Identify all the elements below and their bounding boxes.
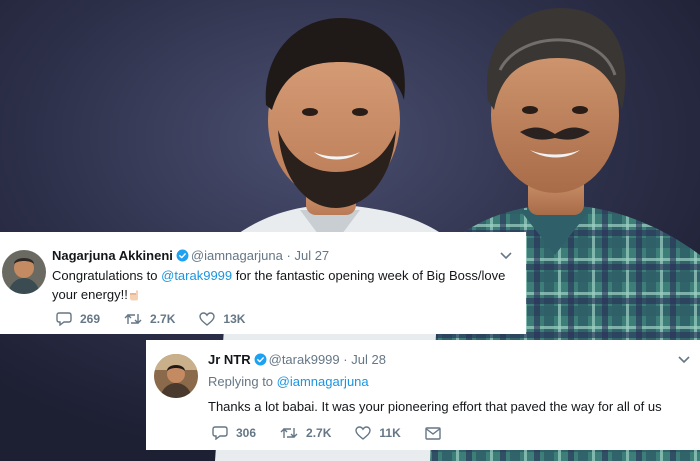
retweet-icon bbox=[124, 314, 142, 324]
retweet-count: 2.7K bbox=[150, 312, 176, 326]
tweet-card-nagarjuna[interactable]: Nagarjuna Akkineni @iamnagarjuna · Jul 27… bbox=[0, 232, 526, 334]
reply-icon bbox=[212, 426, 228, 440]
avatar-jr-ntr[interactable] bbox=[154, 354, 198, 398]
replying-to-label: Replying to bbox=[208, 374, 277, 389]
handle[interactable]: @tarak9999 bbox=[269, 352, 340, 367]
retweet-count: 2.7K bbox=[306, 426, 332, 440]
tweet-card-jr-ntr[interactable]: Jr NTR @tarak9999 · Jul 28 Replying to @i… bbox=[146, 340, 700, 450]
reply-button[interactable]: 306 bbox=[212, 426, 256, 440]
retweet-button[interactable]: 2.7K bbox=[124, 312, 175, 326]
envelope-icon bbox=[425, 426, 441, 440]
point-left-hand-emoji-icon bbox=[129, 290, 138, 301]
tweet-actions: 306 2.7K 11K bbox=[212, 426, 473, 440]
verified-badge-icon bbox=[254, 353, 267, 366]
reply-button[interactable]: 269 bbox=[56, 312, 100, 326]
heart-icon bbox=[355, 426, 372, 440]
heart-icon bbox=[199, 312, 216, 326]
like-count: 13K bbox=[223, 312, 246, 326]
handle[interactable]: @iamnagarjuna bbox=[191, 248, 283, 263]
verified-badge-icon bbox=[176, 249, 189, 262]
screenshot-stage: Nagarjuna Akkineni @iamnagarjuna · Jul 27… bbox=[0, 0, 700, 461]
tweet-date[interactable]: Jul 27 bbox=[294, 248, 329, 263]
reply-icon bbox=[56, 312, 72, 326]
tweet-header: Nagarjuna Akkineni @iamnagarjuna · Jul 27 bbox=[52, 248, 329, 264]
tweet-text: Thanks a lot babai. It was your pioneeri… bbox=[208, 399, 662, 414]
replying-to-link[interactable]: @iamnagarjuna bbox=[277, 374, 369, 389]
retweet-button[interactable]: 2.7K bbox=[280, 426, 331, 440]
tweet-date[interactable]: Jul 28 bbox=[351, 352, 386, 367]
retweet-icon bbox=[280, 428, 298, 438]
chevron-down-icon[interactable] bbox=[678, 356, 690, 364]
tweet-actions: 269 2.7K 13K bbox=[56, 312, 269, 326]
display-name[interactable]: Jr NTR bbox=[208, 352, 251, 367]
mention-link[interactable]: @tarak9999 bbox=[161, 268, 232, 283]
display-name[interactable]: Nagarjuna Akkineni bbox=[52, 248, 173, 263]
avatar-nagarjuna[interactable] bbox=[2, 250, 46, 294]
replying-to-line: Replying to @iamnagarjuna bbox=[208, 374, 369, 389]
tweet-text-before: Congratulations to bbox=[52, 268, 162, 283]
like-count: 11K bbox=[379, 426, 401, 440]
tweet-text: Congratulations to @tarak9999 for the fa… bbox=[52, 266, 512, 304]
chevron-down-icon[interactable] bbox=[500, 252, 512, 260]
separator-dot: · bbox=[343, 352, 348, 367]
reply-count: 306 bbox=[236, 426, 257, 440]
direct-message-button[interactable] bbox=[425, 426, 449, 440]
like-button[interactable]: 13K bbox=[199, 312, 245, 326]
separator-dot: · bbox=[286, 248, 291, 263]
like-button[interactable]: 11K bbox=[355, 426, 401, 440]
tweet-header: Jr NTR @tarak9999 · Jul 28 bbox=[208, 352, 386, 368]
reply-count: 269 bbox=[80, 312, 101, 326]
